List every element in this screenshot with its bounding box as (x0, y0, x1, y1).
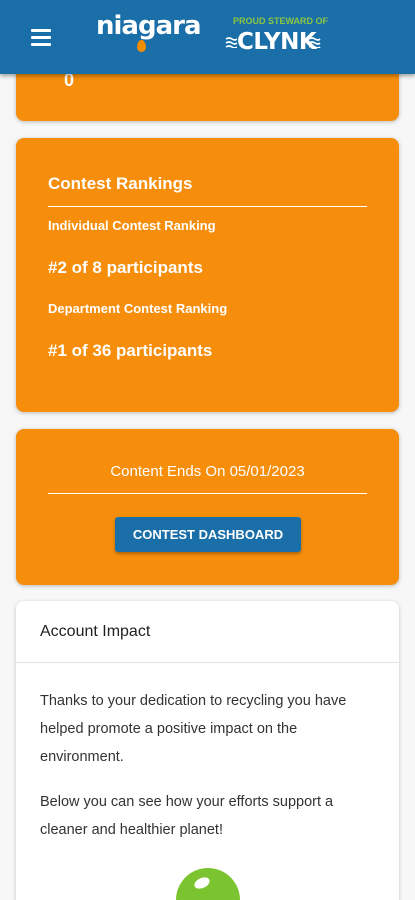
water-drop-icon (137, 40, 146, 52)
steward-name: CLYNK (237, 29, 317, 55)
clynk-logo: PROUD STEWARD OF CLYNK (225, 15, 328, 59)
contest-rankings-card: Contest Rankings Individual Contest Rank… (16, 138, 399, 412)
contest-dashboard-button[interactable]: CONTEST DASHBOARD (115, 517, 301, 552)
brand-wordmark: niagara (96, 11, 202, 41)
app-header: niagara PROUD STEWARD OF CLYNK (0, 0, 415, 74)
impact-title: Account Impact (40, 623, 151, 640)
wave-right-icon (309, 37, 321, 48)
impact-paragraph-2: Below you can see how your efforts suppo… (40, 794, 334, 838)
impact-header: Account Impact (16, 601, 399, 663)
steward-tagline: PROUD STEWARD OF (233, 16, 329, 26)
rankings-divider (48, 206, 367, 207)
department-ranking-value: #1 of 36 participants (48, 341, 213, 360)
contest-end-divider (48, 493, 367, 494)
impact-paragraph-1: Thanks to your dedication to recycling y… (40, 693, 347, 765)
rankings-title: Contest Rankings (48, 174, 193, 193)
contest-end-card: Content Ends On 05/01/2023 CONTEST DASHB… (16, 429, 399, 585)
department-ranking-label: Department Contest Ranking (48, 301, 228, 316)
hamburger-menu-icon[interactable] (31, 29, 51, 46)
globe-icon (176, 868, 240, 900)
individual-ranking-label: Individual Contest Ranking (48, 218, 216, 233)
account-impact-card: Account Impact Thanks to your dedication… (16, 601, 399, 900)
contest-end-date: Content Ends On 05/01/2023 (110, 463, 305, 480)
individual-ranking-value: #2 of 8 participants (48, 258, 203, 277)
wave-left-icon (225, 37, 237, 48)
niagara-logo[interactable]: niagara (96, 11, 202, 52)
